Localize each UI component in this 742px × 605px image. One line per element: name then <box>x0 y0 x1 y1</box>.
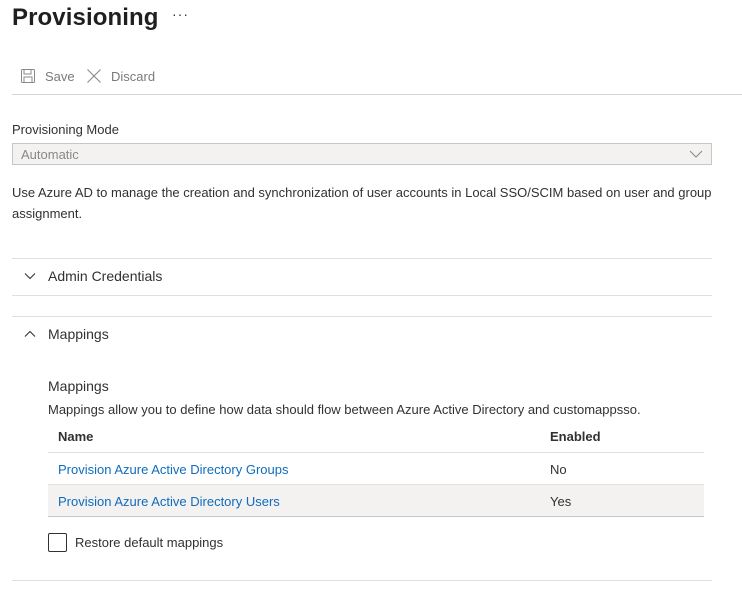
chevron-down-icon <box>24 273 36 280</box>
save-button[interactable]: Save <box>20 68 75 84</box>
mappings-header[interactable]: Mappings <box>12 316 712 352</box>
column-header-name: Name <box>58 429 94 444</box>
mapping-link[interactable]: Provision Azure Active Directory Users <box>58 494 280 509</box>
chevron-up-icon <box>24 330 36 337</box>
mappings-table: Name Enabled Provision Azure Active Dire… <box>48 422 704 517</box>
mapping-enabled: No <box>550 462 567 477</box>
restore-checkbox[interactable] <box>48 533 67 552</box>
discard-label: Discard <box>111 68 156 84</box>
restore-label: Restore default mappings <box>75 535 224 550</box>
mappings-section-label: Mappings <box>48 326 109 342</box>
table-row[interactable]: Provision Azure Active Directory Groups … <box>48 453 704 485</box>
save-icon <box>21 69 35 83</box>
table-header-row: Name Enabled <box>48 422 704 453</box>
table-row[interactable]: Provision Azure Active Directory Users Y… <box>48 485 704 517</box>
admin-credentials-label: Admin Credentials <box>48 268 163 284</box>
close-icon <box>87 69 101 83</box>
divider <box>12 580 712 581</box>
mapping-enabled: Yes <box>550 494 572 509</box>
provisioning-mode-label: Provisioning Mode <box>12 122 119 137</box>
mappings-title: Mappings <box>48 378 109 394</box>
provisioning-mode-value: Automatic <box>21 147 79 162</box>
command-bar: Save Discard <box>12 64 742 95</box>
discard-button[interactable]: Discard <box>86 68 155 84</box>
save-label: Save <box>45 68 75 84</box>
divider <box>12 295 712 296</box>
column-header-enabled: Enabled <box>550 429 601 444</box>
admin-credentials-header[interactable]: Admin Credentials <box>12 258 712 294</box>
more-icon[interactable]: ··· <box>172 6 189 22</box>
provisioning-mode-dropdown[interactable]: Automatic <box>12 143 712 165</box>
mappings-description: Mappings allow you to define how data sh… <box>48 402 641 417</box>
page-title: Provisioning <box>12 4 159 31</box>
mapping-link[interactable]: Provision Azure Active Directory Groups <box>58 462 288 477</box>
restore-default-mappings[interactable]: Restore default mappings <box>48 533 223 552</box>
chevron-down-icon <box>689 150 703 158</box>
provisioning-description: Use Azure AD to manage the creation and … <box>12 185 712 221</box>
